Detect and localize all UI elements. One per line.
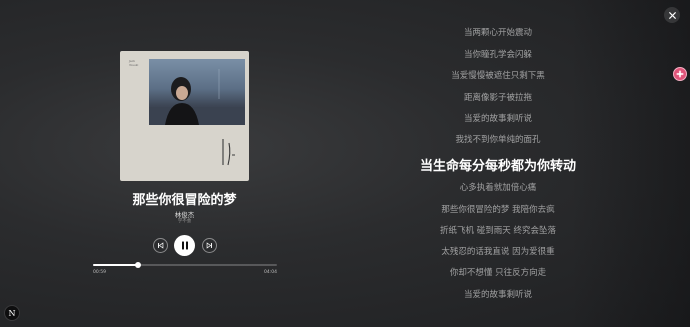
album-cover-text: Jack Yosuki — [129, 59, 138, 67]
album-cover-photo — [149, 59, 245, 125]
skip-previous-icon — [158, 242, 164, 249]
lyric-line[interactable]: 距离像影子被拉拖 — [350, 91, 646, 103]
lyric-line[interactable]: 当爱的故事剩听说 — [350, 112, 646, 124]
album-signature-mark — [222, 139, 235, 166]
pause-icon — [181, 241, 188, 250]
album-cover-text-line2: Yosuki — [129, 63, 139, 67]
play-pause-button[interactable] — [174, 235, 195, 256]
lyric-line[interactable]: 你却不想懂 只往反方向走 — [350, 266, 646, 278]
lyric-line[interactable]: 太残忍的话我直说 因为爱很重 — [350, 245, 646, 257]
app-logo-letter: N — [8, 308, 16, 318]
progress-fill — [93, 264, 138, 266]
progress-bar[interactable] — [93, 262, 277, 268]
lyric-line[interactable]: 当爱的故事剩听说 — [350, 288, 646, 300]
song-title: 那些你很冒险的梦 — [132, 193, 237, 208]
lyric-line[interactable]: 心多执着就加倍心痛 — [350, 181, 646, 193]
current-time: 00:59 — [93, 270, 106, 275]
lyric-line-active[interactable]: 当生命每分每秒都为你转动 — [350, 155, 646, 174]
lyric-line[interactable]: 当爱慢慢被遮住只剩下黑 — [350, 69, 646, 81]
lyrics-panel[interactable]: 当两颗心开始震动 当你瞳孔学会闪躲 当爱慢慢被遮住只剩下黑 距离像影子被拉拖 当爱的故事… — [350, 0, 690, 327]
total-time: 04:04 — [264, 270, 277, 275]
lyric-line[interactable]: 折纸飞机 碰到雨天 终究会坠落 — [350, 224, 646, 236]
lyric-line[interactable]: 当你瞳孔学会闪躲 — [350, 48, 646, 60]
previous-track-button[interactable] — [153, 238, 168, 253]
album-cover: Jack Yosuki — [120, 51, 249, 181]
lyric-line[interactable]: 我找不到你单纯的面孔 — [350, 133, 646, 145]
app-logo[interactable]: N — [4, 305, 20, 321]
next-track-button[interactable] — [202, 238, 217, 253]
album-name[interactable]: 学不会 — [60, 218, 309, 224]
progress-handle[interactable] — [134, 262, 141, 268]
lyric-line[interactable]: 当两颗心开始震动 — [350, 26, 646, 38]
lyric-line[interactable]: 那些你很冒险的梦 我陪你去疯 — [350, 203, 646, 215]
skip-next-icon — [206, 242, 212, 249]
